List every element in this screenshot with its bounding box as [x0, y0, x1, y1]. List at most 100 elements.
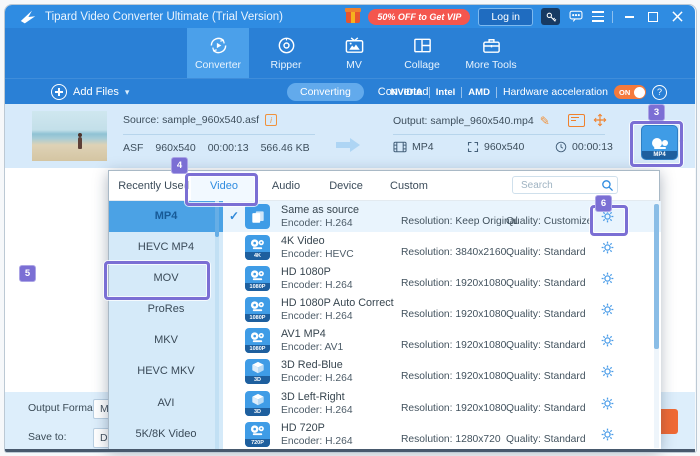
- output-format-label: Output Format:: [28, 402, 99, 414]
- settings-gear-icon[interactable]: [601, 365, 614, 383]
- maximize-button[interactable]: [645, 9, 661, 25]
- cube-3d-icon: [251, 393, 264, 405]
- preset-resolution: Resolution: Keep Original: [401, 216, 518, 227]
- login-button[interactable]: Log in: [478, 7, 533, 26]
- file-row: Source: sample_960x540.asf i ASF 960x540…: [5, 104, 695, 168]
- preset-resolution: Resolution: 1920x1080: [401, 278, 507, 290]
- output-resolution-value: 960x540: [484, 141, 525, 153]
- sidebar-format-item[interactable]: HEVC MKV: [109, 356, 223, 387]
- preset-format-icon: 4K: [245, 235, 270, 261]
- tab-converter[interactable]: Converter: [187, 28, 249, 78]
- popup-tab[interactable]: Custom: [377, 171, 441, 201]
- settings-gear-icon[interactable]: [601, 272, 614, 290]
- preset-row[interactable]: 4K 4K Video Encoder: HEVC Resolution: 38…: [223, 232, 661, 263]
- resolution-band-label: 720P: [245, 438, 270, 447]
- tab-ripper[interactable]: Ripper: [257, 28, 315, 78]
- preset-resolution: Resolution: 3840x2160: [401, 247, 507, 259]
- hw-acceleration-label: Hardware acceleration: [502, 86, 608, 98]
- sidebar-scrollbar-thumb[interactable]: [215, 203, 219, 237]
- feedback-icon[interactable]: [568, 9, 584, 25]
- sidebar-format-item[interactable]: 5K/8K Video: [109, 419, 223, 450]
- menu-icon[interactable]: [592, 11, 604, 22]
- annotation-badge-step3: 3: [648, 104, 665, 121]
- annotation-badge-step5: 5: [19, 265, 36, 282]
- add-files-label: Add Files: [73, 86, 119, 98]
- settings-gear-icon[interactable]: [601, 303, 614, 321]
- preset-quality: Quality: Customize: [506, 216, 593, 227]
- move-crop-icon[interactable]: [593, 113, 607, 127]
- preset-list-scrollbar-thumb[interactable]: [654, 204, 659, 349]
- copy-pages-icon: [251, 210, 264, 223]
- title-bar: Tipard Video Converter Ultimate (Trial V…: [5, 5, 695, 28]
- sidebar-format-label: HEVC MKV: [137, 365, 195, 378]
- amd-label: AMD: [468, 86, 497, 98]
- film-reel-icon: [250, 270, 264, 280]
- tab-mv[interactable]: MV: [325, 28, 383, 78]
- divider: [123, 134, 315, 135]
- edit-name-icon[interactable]: ✎: [540, 114, 550, 128]
- convert-direction-arrow-icon: [336, 138, 360, 152]
- video-thumbnail[interactable]: [32, 111, 107, 161]
- metadata-icon[interactable]: [568, 113, 585, 127]
- popup-tab-label: Audio: [271, 180, 301, 192]
- popup-tab[interactable]: Recently Used: [117, 171, 191, 201]
- source-size: 566.46 KB: [260, 142, 310, 154]
- close-button[interactable]: [669, 9, 685, 25]
- preset-encoder: Encoder: H.264: [281, 218, 353, 229]
- resolution-band-label: 4K: [245, 252, 270, 261]
- preset-row[interactable]: 1080P HD 1080P Encoder: H.264 Resolution…: [223, 263, 661, 294]
- ripper-disc-icon: [278, 37, 294, 54]
- settings-gear-icon[interactable]: [601, 397, 614, 415]
- sidebar-format-label: MKV: [154, 334, 178, 347]
- search-icon[interactable]: [601, 179, 614, 192]
- help-icon[interactable]: ?: [652, 84, 667, 100]
- preset-encoder: Encoder: H.264: [281, 311, 353, 323]
- popup-tab[interactable]: Audio: [257, 171, 315, 201]
- source-resolution: 960x540: [155, 142, 196, 154]
- popup-tab[interactable]: Device: [315, 171, 377, 201]
- sidebar-format-item[interactable]: MKV: [109, 325, 223, 356]
- gift-icon[interactable]: [345, 7, 362, 23]
- vip-offer-badge[interactable]: 50% OFF to Get VIP: [368, 8, 471, 25]
- settings-gear-icon[interactable]: [601, 334, 614, 352]
- resolution-band-label: 3D: [245, 407, 270, 416]
- minimize-button[interactable]: [621, 9, 637, 25]
- preset-row[interactable]: 3D 3D Left-Right Encoder: H.264 Resoluti…: [223, 388, 661, 419]
- sidebar-format-item[interactable]: AVI: [109, 388, 223, 419]
- output-filename: Output: sample_960x540.mp4: [393, 115, 534, 127]
- preset-format-icon: [245, 204, 270, 229]
- preset-resolution: Resolution: 1920x1080: [401, 402, 507, 414]
- mv-tv-icon: [345, 37, 363, 53]
- info-icon[interactable]: i: [265, 114, 278, 126]
- sidebar-scrollbar[interactable]: [215, 201, 219, 450]
- settings-gear-icon[interactable]: [601, 241, 614, 259]
- preset-title: 3D Left-Right: [281, 390, 345, 403]
- chevron-down-icon: ▾: [124, 86, 130, 97]
- preset-title: HD 720P: [281, 421, 325, 434]
- register-key-icon[interactable]: [541, 8, 560, 25]
- tab-collage[interactable]: Collage: [393, 28, 451, 78]
- preset-row[interactable]: 3D 3D Red-Blue Encoder: H.264 Resolution…: [223, 356, 661, 387]
- preset-resolution: Resolution: 1920x1080: [401, 371, 507, 383]
- preset-row[interactable]: 720P HD 720P Encoder: H.264 Resolution: …: [223, 419, 661, 450]
- preset-row[interactable]: 1080P AV1 MP4 Encoder: AV1 Resolution: 1…: [223, 325, 661, 356]
- preset-row[interactable]: 1080P HD 1080P Auto Correct Encoder: H.2…: [223, 294, 661, 325]
- clock-icon: [555, 141, 567, 153]
- preset-quality: Quality: Standard: [506, 433, 586, 445]
- app-window: Tipard Video Converter Ultimate (Trial V…: [0, 0, 700, 456]
- add-files-button[interactable]: Add Files ▾: [51, 84, 129, 100]
- tab-more-tools[interactable]: More Tools: [459, 28, 523, 78]
- preset-title: HD 1080P Auto Correct: [281, 297, 394, 310]
- format-popup: Recently Used Video Audio Device Custom …: [108, 170, 661, 450]
- converting-tab[interactable]: Converting: [287, 83, 364, 101]
- settings-gear-icon[interactable]: [601, 428, 614, 446]
- popup-tab-label: Custom: [390, 180, 428, 192]
- preset-format-icon: 3D: [245, 359, 270, 385]
- sidebar-format-item[interactable]: HEVC MP4: [109, 232, 223, 263]
- film-reel-icon: [250, 425, 264, 436]
- preset-title: 4K Video: [281, 235, 325, 248]
- preset-resolution: Resolution: 1920x1080: [401, 340, 507, 352]
- resolution-band-label: 1080P: [245, 283, 270, 292]
- hw-acceleration-toggle[interactable]: ON: [614, 85, 646, 99]
- tab-label: Ripper: [270, 59, 302, 71]
